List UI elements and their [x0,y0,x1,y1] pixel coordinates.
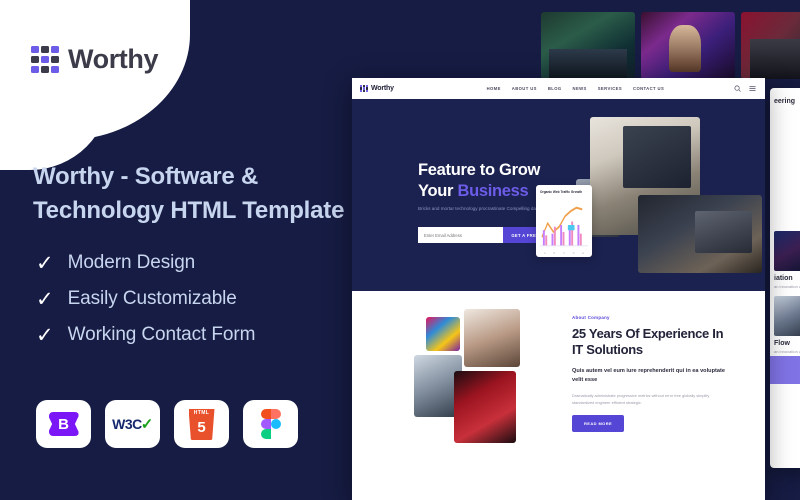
hero-title-line2: Your [418,182,458,201]
background-page-content: eering iation an innovation with Flow an… [770,88,800,361]
html5-top-label: HTML [193,409,210,416]
brand-name: Worthy [68,44,159,74]
background-subtext: an innovation with [774,284,800,289]
nav-item-about-us[interactable]: ABOUT US [512,86,537,91]
white-blob-tail [0,90,110,170]
html5-badge: HTML 5 [174,400,229,448]
list-item: ✓ Easily Customizable [36,288,255,310]
read-more-button[interactable]: READ MORE [572,414,625,432]
feature-list: ✓ Modern Design ✓ Easily Customizable ✓ … [36,252,255,346]
hero-section: Feature to Grow Your Business Bricks and… [352,99,765,291]
html5-icon: HTML 5 [188,408,215,440]
about-photo [454,371,516,443]
promo-banner: Worthy Worthy - Software & Technology HT… [0,0,800,500]
nav-item-home[interactable]: HOME [487,86,501,91]
about-photo [464,309,520,367]
chart-plot-area [540,199,588,251]
hero-image-collage: Organic Web Traffic Growth A B C D E [536,117,762,277]
navbar-logo[interactable]: Worthy [360,84,394,93]
nav-item-news[interactable]: NEWS [573,86,587,91]
navbar-brand-name: Worthy [371,85,394,92]
email-field[interactable] [424,232,504,238]
promo-headline: Worthy - Software & Technology HTML Temp… [33,163,345,225]
tech-badge-list: B W3C ✓ HTML 5 [36,400,298,448]
w3c-validator-badge: W3C ✓ [105,400,160,448]
chart-x-tick: B [553,251,556,255]
hero-title-accent: Business [457,182,529,201]
search-icon[interactable] [734,85,741,92]
grid-squares-logo-icon [31,45,59,74]
about-eyebrow: About Company [572,315,610,320]
check-icon: ✓ [36,251,54,275]
hero-laptop-image [638,195,762,273]
about-text-block: About Company 25 Years Of Experience In … [572,315,732,432]
w3c-label: W3C [112,416,142,432]
brand-logo: Worthy [31,44,159,75]
list-item: ✓ Modern Design [36,252,255,274]
feature-label: Modern Design [67,252,196,273]
hero-title-line1: Feature to Grow [418,161,541,179]
about-photo-collage [414,309,544,469]
about-title: 25 Years Of Experience In IT Solutions [572,326,724,358]
bootstrap-badge: B [36,400,91,448]
nav-item-contact-us[interactable]: CONTACT US [633,86,664,91]
background-heading: Flow [774,340,790,347]
navbar-icons [734,85,756,92]
figma-icon [260,409,281,439]
chart-title: Organic Web Traffic Growth [540,190,583,194]
nav-item-services[interactable]: SERVICES [598,86,622,91]
site-navbar: Worthy HOME ABOUT US BLOG NEWS SERVICES … [352,78,765,99]
about-lead-text: Quis autem vel eum iure reprehenderit qu… [572,367,725,383]
nav-item-blog[interactable]: BLOG [548,86,562,91]
feature-label: Easily Customizable [67,288,237,309]
photo-thumbnail-strip [541,12,800,79]
check-icon: ✓ [140,416,154,433]
background-subtext: an innovation with [774,349,800,354]
w3c-icon: W3C ✓ [112,415,153,433]
website-preview-window: Worthy HOME ABOUT US BLOG NEWS SERVICES … [352,78,765,500]
chart-x-tick: E [582,251,585,255]
check-icon: ✓ [36,287,54,311]
feature-label: Working Contact Form [67,324,256,345]
chart-x-tick: D [572,251,575,255]
navbar-links: HOME ABOUT US BLOG NEWS SERVICES CONTACT… [487,86,665,91]
about-photo [426,317,460,351]
traffic-chart-card: Organic Web Traffic Growth A B C D E [536,185,592,257]
background-heading: eering [774,98,796,105]
thumbnail-image [641,12,735,79]
grid-squares-logo-icon [360,84,368,93]
chart-x-labels: A B C D E [540,252,588,255]
background-page-preview: eering iation an innovation with Flow an… [770,88,800,468]
background-image [774,296,800,336]
background-heading: iation [774,275,793,282]
html5-number: 5 [197,418,206,436]
about-body-text: Dramatically administrate progressive me… [572,392,710,405]
chart-x-tick: C [563,251,565,255]
thumbnail-image [741,12,800,79]
left-promo-panel: Worthy Worthy - Software & Technology HT… [0,0,355,500]
thumbnail-image [541,12,635,79]
hamburger-menu-icon[interactable] [749,85,756,92]
chart-svg [540,206,588,247]
hero-title: Feature to Grow Your Business [418,160,540,203]
background-accent-band [770,356,800,384]
list-item: ✓ Working Contact Form [36,324,255,346]
figma-badge [243,400,298,448]
about-section: About Company 25 Years Of Experience In … [352,291,765,500]
check-icon: ✓ [36,323,54,347]
bootstrap-icon: B [48,412,79,436]
background-image [774,231,800,271]
chart-x-tick: A [543,251,546,255]
